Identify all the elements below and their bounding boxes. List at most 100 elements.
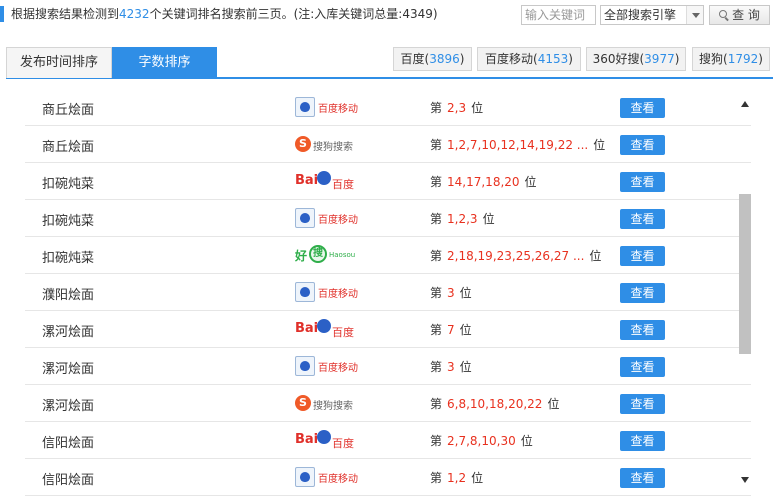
engine-tab-count: 3896 (429, 52, 460, 66)
rank-suffix: 位 (471, 101, 484, 115)
engine-tab-baidu-mobile[interactable]: 百度移动(4153) (477, 47, 581, 71)
rank-cell: 第3位 (430, 358, 472, 375)
view-button[interactable]: 查看 (620, 172, 665, 192)
logo-bai: Bai (295, 321, 319, 336)
rank-suffix: 位 (471, 471, 484, 485)
logo-text: 搜狗搜索 (313, 142, 353, 153)
rank-positions: 6,8,10,18,20,22 (447, 397, 543, 411)
engine-select[interactable]: 全部搜索引擎 (600, 5, 704, 25)
engine-tab-360-haosou[interactable]: 360好搜(3977) (586, 47, 686, 71)
scrollbar-thumb[interactable] (739, 194, 751, 354)
view-button[interactable]: 查看 (620, 431, 665, 451)
engine-tab-count: 3977 (644, 52, 675, 66)
logo-text: 百度移动 (318, 215, 358, 226)
rank-suffix: 位 (459, 323, 472, 337)
paw-icon (295, 356, 315, 376)
keyword-cell: 扣碗炖菜 (42, 214, 95, 229)
engine-logo-cell: 好搜 Haosou (295, 244, 355, 266)
baidu-mobile-logo-icon: 百度移动 (295, 466, 358, 488)
rank-prefix: 第 (430, 434, 443, 448)
keyword-cell: 商丘烩面 (42, 103, 95, 118)
engine-logo-cell: 百度移动 (295, 207, 358, 229)
paw-icon (317, 430, 331, 444)
engine-logo-cell: Bai 百度 (295, 429, 355, 451)
keyword-count: 4232 (119, 7, 150, 21)
engine-tab-name: 360好搜 (592, 52, 640, 66)
baidu-mobile-logo-icon: 百度移动 (295, 355, 358, 377)
tab-publish-time-sort[interactable]: 发布时间排序 (6, 47, 112, 78)
view-button[interactable]: 查看 (620, 98, 665, 118)
paw-icon (295, 208, 315, 228)
engine-tab-count: 4153 (537, 52, 569, 66)
rank-cell: 第 2,3 位 (430, 99, 483, 116)
engine-logo-cell: 百度移动 (295, 281, 358, 303)
rank-cell: 第 6,8,10,18,20,22 位 (430, 395, 559, 412)
rank-prefix: 第 (430, 138, 443, 152)
rank-suffix: 位 (482, 212, 495, 226)
logo-hao: 好 (295, 249, 308, 263)
logo-text: 百度移动 (318, 104, 358, 115)
table-row: 商丘烩面 S 搜狗搜索 第 1,2,7,10,12,14,19,22 ... 位查看 (25, 126, 751, 163)
rank-cell: 第3位 (430, 284, 472, 301)
scroll-down-arrow-icon[interactable] (741, 477, 749, 483)
summary-prefix: 根据搜索结果检测到 (11, 7, 120, 21)
view-button[interactable]: 查看 (620, 135, 665, 155)
tab-word-count-sort[interactable]: 字数排序 (112, 47, 217, 78)
engine-tab-baidu[interactable]: 百度(3896) (393, 47, 472, 71)
rank-prefix: 第 (430, 397, 443, 411)
rank-suffix: 位 (589, 249, 602, 263)
sogou-logo-icon: S 搜狗搜索 (295, 133, 355, 155)
baidu-mobile-logo-icon: 百度移动 (295, 207, 358, 229)
rank-positions: 2,7,8,10,30 (447, 434, 516, 448)
view-button[interactable]: 查看 (620, 320, 665, 340)
search-button[interactable]: 查 询 (709, 5, 770, 25)
keyword-cell: 扣碗炖菜 (42, 251, 95, 266)
keyword-cell: 扣碗炖菜 (42, 177, 95, 192)
rank-cell: 第 14,17,18,20 位 (430, 173, 537, 190)
rank-cell: 第 2,18,19,23,25,26,27 ... 位 (430, 247, 601, 264)
baidu-logo-icon: Bai 百度 (295, 318, 355, 340)
engine-tab-sogou[interactable]: 搜狗(1792) (692, 47, 770, 71)
scroll-up-arrow-icon[interactable] (741, 101, 749, 107)
view-button[interactable]: 查看 (620, 394, 665, 414)
rank-prefix: 第 (430, 101, 443, 115)
engine-logo-cell: 百度移动 (295, 466, 358, 488)
haosou-logo-icon: 好搜 Haosou (295, 244, 355, 266)
logo-du: 百度 (332, 178, 354, 191)
logo-text: 百度移动 (318, 289, 358, 300)
table-row: 商丘烩面 百度移动 第 2,3 位 查看 (25, 89, 751, 126)
rank-prefix: 第 (430, 249, 443, 263)
rank-positions: 3 (447, 286, 455, 300)
chevron-down-icon (686, 6, 703, 24)
engine-tab-count: 1792 (727, 52, 759, 66)
search-icon (719, 10, 729, 20)
view-button[interactable]: 查看 (620, 209, 665, 229)
logo-text: Haosou (329, 251, 356, 259)
rank-cell: 第 2,7,8,10,30 位 (430, 432, 533, 449)
keyword-cell: 濮阳烩面 (42, 288, 95, 303)
rank-cell: 第 1,2,3 位 (430, 210, 495, 227)
engine-tab-name: 百度移动 (485, 52, 534, 66)
engine-tab-name: 搜狗 (699, 52, 724, 66)
engine-logo-cell: 百度移动 (295, 355, 358, 377)
list-scrollbar[interactable] (738, 97, 752, 485)
logo-mark: S (295, 395, 311, 411)
rank-suffix: 位 (593, 138, 606, 152)
rank-suffix: 位 (524, 175, 537, 189)
tabs-row: 发布时间排序 字数排序 百度(3896) 百度移动(4153) 360好搜(39… (6, 47, 773, 79)
view-button[interactable]: 查看 (620, 468, 665, 488)
view-button[interactable]: 查看 (620, 283, 665, 303)
paw-icon (295, 282, 315, 302)
table-row: 扣碗炖菜 Bai 百度 第 14,17,18,20 位 查看 (25, 163, 751, 200)
engine-logo-cell: 百度移动 (295, 96, 358, 118)
table-row: 扣碗炖菜 百度移动 第 1,2,3 位 查看 (25, 200, 751, 237)
keyword-search-input[interactable] (521, 5, 596, 25)
rank-positions: 7 (447, 323, 455, 337)
table-row: 信阳烩面 百度移动 第 1,2 位 查看 (25, 459, 751, 496)
rank-prefix: 第 (430, 323, 443, 337)
summary-suffix: 个关键词排名搜索前三页。(注:入库关键词总量:4349) (149, 7, 438, 21)
view-button[interactable]: 查看 (620, 246, 665, 266)
keyword-cell: 信阳烩面 (42, 473, 95, 488)
view-button[interactable]: 查看 (620, 357, 665, 377)
table-row: 濮阳烩面 百度移动 第 3 位 查看 (25, 274, 751, 311)
